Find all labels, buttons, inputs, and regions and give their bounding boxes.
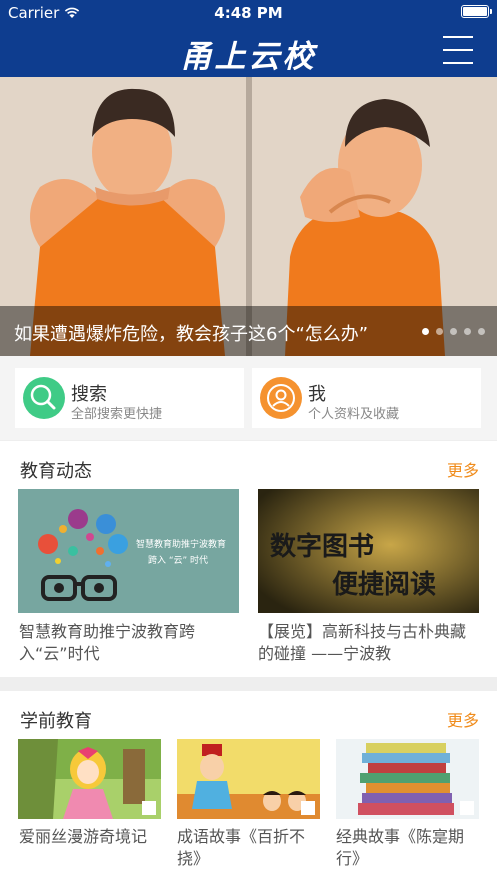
profile-shortcut[interactable]: 我 个人资料及收藏 xyxy=(252,368,481,428)
carousel-dot-3[interactable] xyxy=(450,328,457,335)
book-stack-illustration xyxy=(336,739,479,819)
preschool-title-2[interactable]: 成语故事《百折不挠》 xyxy=(177,826,320,870)
news-title-2[interactable]: 【展览】高新科技与古朴典藏的碰撞 ——宁波教 xyxy=(258,621,480,665)
battery-icon xyxy=(461,5,492,18)
idiom-story-illustration xyxy=(177,739,320,819)
app-logo-title: 甬上云校 xyxy=(180,39,317,75)
news-title-1[interactable]: 智慧教育助推宁波教育跨入“云”时代 xyxy=(19,621,219,665)
alice-illustration xyxy=(18,739,161,819)
search-icon xyxy=(23,377,65,419)
section-preschool: 学前教育 更多 爱丽丝漫游奇境记 成语故事《百折不挠》 经典故事《陈寔期行》 xyxy=(0,691,497,883)
smart-education-illustration: 智慧教育助推宁波教育 跨入 “云” 时代 xyxy=(18,489,239,613)
status-bar: Carrier 4:48 PM xyxy=(0,0,497,24)
quick-links: 搜索 全部搜索更快捷 我 个人资料及收藏 xyxy=(0,356,497,440)
carousel-dot-4[interactable] xyxy=(464,328,471,335)
more-link[interactable]: 更多 xyxy=(447,457,479,481)
carousel-dot-2[interactable] xyxy=(436,328,443,335)
profile-subtitle: 个人资料及收藏 xyxy=(308,407,400,422)
preschool-title-1[interactable]: 爱丽丝漫游奇境记 xyxy=(19,826,162,848)
preschool-thumb-1[interactable] xyxy=(18,739,161,819)
banner-carousel[interactable]: 如果遭遇爆炸危险，教会孩子这6个“怎么办” xyxy=(0,77,497,356)
svg-text:跨入 “云” 时代: 跨入 “云” 时代 xyxy=(148,554,208,566)
svg-text:智慧教育助推宁波教育: 智慧教育助推宁波教育 xyxy=(136,538,226,550)
svg-text:数字图书: 数字图书 xyxy=(270,531,374,562)
svg-text:便捷阅读: 便捷阅读 xyxy=(332,570,436,600)
news-thumb-1[interactable]: 智慧教育助推宁波教育 跨入 “云” 时代 xyxy=(18,489,239,613)
preschool-thumb-2[interactable] xyxy=(177,739,320,819)
carousel-dot-1[interactable] xyxy=(422,328,429,335)
section-title: 教育动态 xyxy=(20,461,92,482)
search-shortcut[interactable]: 搜索 全部搜索更快捷 xyxy=(15,368,244,428)
digital-books-illustration: 数字图书 便捷阅读 xyxy=(258,489,479,613)
carousel-dot-5[interactable] xyxy=(478,328,485,335)
section-education-news: 教育动态 更多 智慧教育助推宁波教育 跨入 “云” 时代 智慧教育助推宁波教育跨… xyxy=(0,441,497,677)
search-subtitle: 全部搜索更快捷 xyxy=(71,407,163,422)
more-link[interactable]: 更多 xyxy=(447,707,479,731)
banner-caption: 如果遭遇爆炸危险，教会孩子这6个“怎么办” xyxy=(14,324,369,345)
preschool-thumb-3[interactable] xyxy=(336,739,479,819)
carousel-dots xyxy=(422,328,485,335)
user-icon xyxy=(260,377,302,419)
nav-bar: 甬上云校 xyxy=(0,24,497,77)
news-thumb-2[interactable]: 数字图书 便捷阅读 xyxy=(258,489,479,613)
clock: 4:48 PM xyxy=(214,4,283,22)
banner-caption-bar: 如果遭遇爆炸危险，教会孩子这6个“怎么办” xyxy=(0,306,497,356)
section-title: 学前教育 xyxy=(20,711,92,732)
preschool-title-3[interactable]: 经典故事《陈寔期行》 xyxy=(336,826,479,870)
menu-icon[interactable] xyxy=(443,35,473,65)
